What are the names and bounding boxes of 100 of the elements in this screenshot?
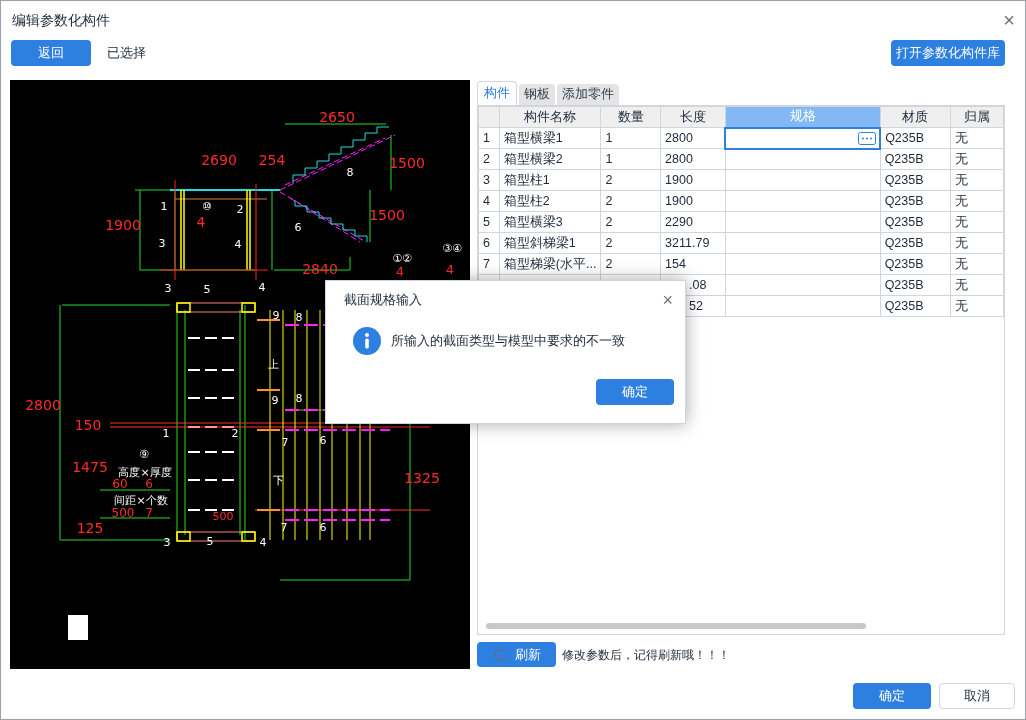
column-header[interactable]: 归属 (950, 106, 1004, 128)
drawing-label: 2800 (25, 397, 61, 413)
drawing-label: 8 (295, 392, 303, 405)
table-cell: 2 (600, 169, 661, 191)
drawing-label: 5 (203, 283, 211, 296)
column-header[interactable]: 数量 (600, 106, 661, 128)
table-cell: 箱型斜梯梁1 (499, 232, 601, 254)
drawing-label: 7 (281, 436, 289, 449)
table-cell: Q235B (880, 274, 951, 296)
table-cell: 1 (600, 127, 661, 149)
ok-button[interactable]: 确定 (596, 379, 674, 405)
drawing-label: 6 (145, 477, 153, 491)
drawing-label: 1325 (404, 470, 440, 486)
drawing-label: 7 (280, 521, 288, 534)
table-cell: 1 (600, 148, 661, 170)
table-cell: 无 (950, 190, 1004, 212)
drawing-label: 9 (271, 394, 279, 407)
spec-field[interactable] (725, 127, 881, 149)
drawing-label: 8 (295, 311, 303, 324)
table-cell: 无 (950, 232, 1004, 254)
ok-button[interactable]: 确定 (853, 683, 931, 709)
drawing-label: 150 (74, 417, 102, 433)
close-button[interactable]: × (1003, 10, 1015, 30)
drawing-label: 4 (234, 238, 242, 251)
column-header[interactable]: 材质 (880, 106, 951, 128)
drawing-label: 2 (236, 203, 244, 216)
table-cell: 无 (950, 127, 1004, 149)
drawing-label: 下 (272, 474, 284, 487)
tab[interactable]: 钢板 (519, 84, 555, 105)
drawing-label: 7 (145, 506, 153, 520)
drawing-label: 6 (319, 521, 327, 534)
column-header[interactable]: 长度 (660, 106, 726, 128)
drawing-label: 60 (112, 477, 128, 491)
table-cell: Q235B (880, 127, 951, 149)
table-cell: 无 (950, 274, 1004, 296)
drawing-label: ⑩ (202, 200, 212, 213)
drawing-label: 254 (258, 152, 286, 168)
drawing-label: 2650 (319, 109, 355, 125)
drawing-label: ③④ (442, 242, 462, 255)
drawing-label: 500 (111, 506, 135, 520)
drawing-label: 上 (267, 358, 279, 371)
tab[interactable]: 添加零件 (557, 84, 619, 105)
drawing-label: 1 (160, 200, 168, 213)
drawing-label: 2690 (201, 152, 237, 168)
drawing-label: 2 (231, 427, 239, 440)
drawing-label: 3 (164, 282, 172, 295)
table-cell: Q235B (880, 211, 951, 233)
scrollbar[interactable] (486, 623, 866, 629)
drawing-label: 1500 (369, 207, 405, 223)
window-title: 编辑参数化构件 (12, 10, 110, 30)
table-cell: 3211.79 (660, 232, 726, 254)
drawing-label: 3 (158, 237, 166, 250)
table-cell: 2 (600, 190, 661, 212)
table-cell: 1900 (660, 169, 726, 191)
more-icon[interactable] (858, 131, 877, 145)
row-number: 4 (478, 190, 500, 212)
drawing-label: 1900 (105, 217, 141, 233)
drawing-label: 3 (163, 536, 171, 549)
table-cell: 箱型柱2 (499, 190, 601, 212)
drawing-label: 1 (162, 427, 170, 440)
drawing-label: 1500 (389, 155, 425, 171)
selected-label: 已选择 (107, 44, 146, 63)
back-button[interactable]: 返回 (11, 40, 91, 66)
drawing-label: 4 (258, 281, 266, 294)
table-cell: Q235B (880, 295, 951, 317)
drawing-label: 6 (294, 221, 302, 234)
refresh-icon (492, 647, 507, 662)
table-cell: 无 (950, 253, 1004, 275)
table-cell: 箱型横梁2 (499, 148, 601, 170)
table-cell: Q235B (880, 169, 951, 191)
drawing-label: ⑨ (139, 448, 149, 461)
drawing-label: 4 (196, 214, 206, 230)
table-cell: 无 (950, 169, 1004, 191)
row-number: 6 (478, 232, 500, 254)
table-cell: Q235B (880, 253, 951, 275)
dialog-title: 截面规格输入 (344, 291, 422, 310)
drawing-label: 1475 (72, 459, 108, 475)
table-cell: Q235B (880, 232, 951, 254)
marker-square (68, 615, 88, 640)
table-cell: 无 (950, 295, 1004, 317)
table-cell: 2 (600, 211, 661, 233)
cancel-button[interactable]: 取消 (939, 683, 1015, 709)
drawing-label: 8 (346, 166, 354, 179)
table-cell: 箱型横梁1 (499, 127, 601, 149)
table-cell: 箱型梯梁(水平... (499, 253, 601, 275)
row-number: 7 (478, 253, 500, 275)
open-library-button[interactable]: 打开参数化构件库 (891, 40, 1005, 66)
tab[interactable]: 构件 (477, 81, 517, 105)
table-cell: 2 (600, 232, 661, 254)
column-header[interactable]: 构件名称 (499, 106, 601, 128)
row-number: 1 (478, 127, 500, 149)
table-cell: 2290 (660, 211, 726, 233)
table-cell: 2800 (660, 148, 726, 170)
refresh-button[interactable]: 刷新 (477, 642, 556, 667)
drawing-label: 4 (395, 264, 405, 279)
row-number: 2 (478, 148, 500, 170)
table-cell: Q235B (880, 190, 951, 212)
table-cell: Q235B (880, 148, 951, 170)
drawing-label: 5 (206, 535, 214, 548)
table-cell: 箱型柱1 (499, 169, 601, 191)
